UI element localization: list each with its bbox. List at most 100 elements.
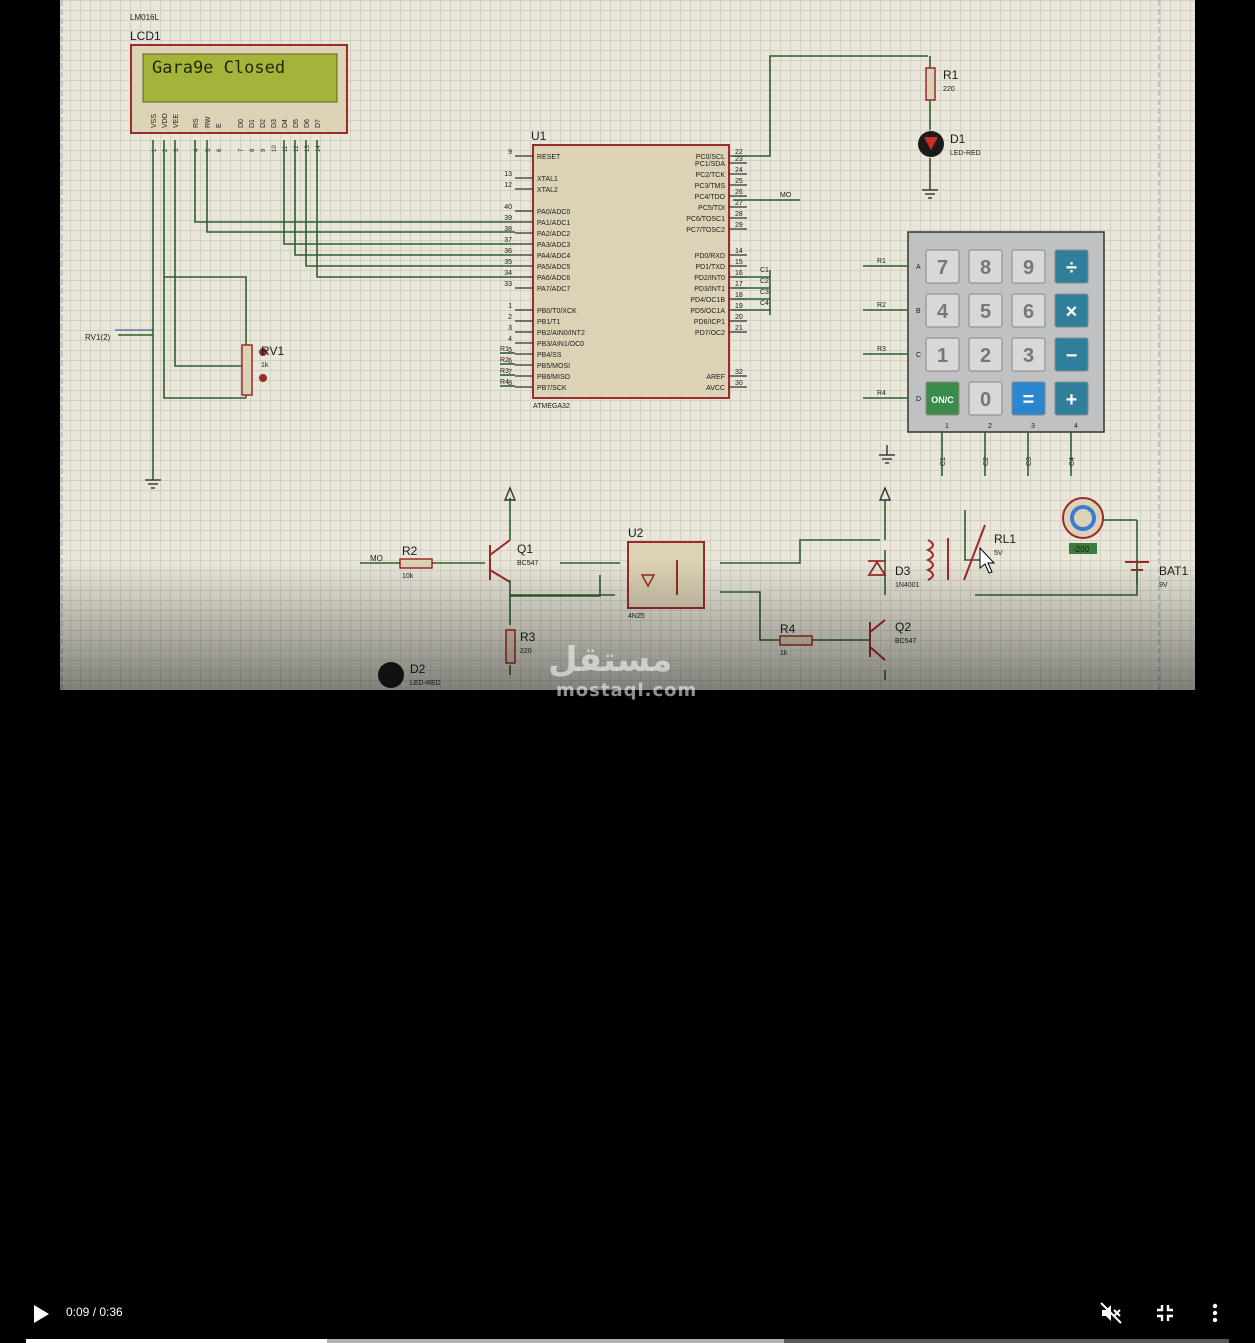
player-controls: 0:09 / 0:36 — [0, 640, 1255, 1343]
keypad-col-number: 3 — [1031, 423, 1035, 430]
r2-value-label: 10k — [402, 573, 414, 580]
keypad-key[interactable]: × — [1054, 293, 1089, 328]
u2-value-label: 4N25 — [628, 613, 645, 620]
keypad-col-net-label: C1 — [940, 457, 947, 466]
mcu-pin-label: PD3/INT1 — [694, 286, 725, 293]
rv1-value-label: 1k — [261, 362, 269, 369]
keypad-row-net-label: R3 — [877, 346, 886, 353]
r2-ref-label: R2 — [402, 544, 418, 558]
mcu-pin-number: 40 — [504, 204, 512, 211]
lcd-pin-d5: D5 — [293, 119, 300, 128]
rl1-ref-label: RL1 — [994, 532, 1016, 546]
lcd-pin-d4: D4 — [282, 119, 289, 128]
keypad-key[interactable]: 7 — [925, 249, 960, 284]
video-player[interactable]: LM016L LCD1 Gara9e Closed VSS 1 VDD 2 VEE 3 RS… — [0, 0, 1255, 1343]
mcu-pin-number: 13 — [504, 171, 512, 178]
mcu-pin-label: PC3/TMS — [695, 183, 726, 190]
mcu-mo-net-label: MO — [780, 192, 792, 199]
mcu-col-net-label: C3 — [760, 289, 769, 296]
mcu-pin-label: PB2/AIN0/INT2 — [537, 330, 585, 337]
mcu-pin-label: PA3/ADC3 — [537, 242, 570, 249]
relay-rl1[interactable] — [925, 524, 986, 581]
mcu-pin-number: 9 — [508, 149, 512, 156]
keypad-key-label: 9 — [1023, 257, 1034, 279]
keypad-key-label: = — [1023, 389, 1035, 411]
mcu-pin-number: 26 — [735, 189, 743, 196]
lcd-part-label: LM016L — [130, 13, 159, 22]
lcd-pin-number: 6 — [217, 148, 223, 152]
keypad-key-label: 6 — [1023, 301, 1034, 323]
mcu-part-label: ATMEGA32 — [533, 403, 570, 410]
keypad-key[interactable]: 2 — [968, 337, 1003, 372]
resistor-r1[interactable] — [925, 67, 936, 101]
optocoupler-u2[interactable] — [627, 541, 705, 609]
play-button[interactable] — [24, 1297, 58, 1331]
keypad-row-net-label: R1 — [877, 258, 886, 265]
bat1-ref-label: BAT1 — [1159, 564, 1188, 578]
mcu-pin-label: PD0/RXD — [695, 253, 725, 260]
keypad-key-label: ON/C — [931, 395, 954, 405]
lcd-pin-number: 8 — [250, 148, 256, 152]
mcu-pin-number: 19 — [735, 303, 743, 310]
keypad-key[interactable]: 3 — [1011, 337, 1046, 372]
mute-button[interactable] — [1094, 1296, 1128, 1330]
mcu-pin-number: 27 — [735, 200, 743, 207]
keypad-key[interactable]: 5 — [968, 293, 1003, 328]
r1-value-label: 220 — [943, 86, 955, 93]
mcu-pin-label: RESET — [537, 154, 561, 161]
mcu-ref-label: U1 — [531, 129, 547, 143]
keypad-row-letter: D — [916, 396, 921, 403]
keypad-key[interactable]: − — [1054, 337, 1089, 372]
keypad-key[interactable]: 4 — [925, 293, 960, 328]
volume-muted-icon — [1100, 1302, 1122, 1324]
mcu-pin-label: AREF — [706, 374, 725, 381]
keypad-key-label: 5 — [980, 301, 991, 323]
keypad-key[interactable]: ON/C — [925, 381, 960, 416]
lcd-pin-d7: D7 — [315, 119, 322, 128]
q1-ref-label: Q1 — [517, 542, 533, 556]
keypad-key[interactable]: 6 — [1011, 293, 1046, 328]
mcu-pin-label: PA6/ADC6 — [537, 275, 570, 282]
mcu-row-net-label: R4 — [500, 379, 509, 386]
keypad-key[interactable]: 9 — [1011, 249, 1046, 284]
mcu-pin-number: 16 — [735, 270, 743, 277]
mcu-col-net-label: C2 — [760, 278, 769, 285]
rv1-probe-label: RV1(2) — [85, 333, 111, 342]
lcd-pin-number: 7 — [239, 148, 245, 152]
rv1-ref-label: RV1 — [261, 344, 284, 358]
keypad-key[interactable]: 8 — [968, 249, 1003, 284]
mcu-pin-number: 29 — [735, 222, 743, 229]
time-display: 0:09 / 0:36 — [66, 1305, 123, 1319]
lcd-pin-vee: VEE — [173, 114, 180, 128]
keypad-row-net-label: R2 — [877, 302, 886, 309]
mcu-pin-label: PB0/T0/XCK — [537, 308, 577, 315]
keypad-key[interactable]: = — [1011, 381, 1046, 416]
keypad-row-net-label: R4 — [877, 390, 886, 397]
r4-ref-label: R4 — [780, 622, 796, 636]
d1-value-label: LED-RED — [950, 150, 981, 157]
mcu-pin-number: 21 — [735, 325, 743, 332]
fullscreen-exit-icon — [1157, 1305, 1173, 1321]
keypad-key[interactable]: ÷ — [1054, 249, 1089, 284]
mcu-pin-label: PC7/TOSC2 — [686, 227, 725, 234]
transistor-q1[interactable] — [489, 539, 511, 583]
d1-ref-label: D1 — [950, 132, 966, 146]
resistor-r2[interactable] — [399, 558, 433, 569]
mcu-pin-label: PC1/SDA — [695, 161, 725, 168]
more-options-button[interactable] — [1200, 1296, 1230, 1330]
seek-bar[interactable] — [26, 1339, 1229, 1343]
keypad-key-label: − — [1066, 345, 1078, 367]
keypad-key-label: 3 — [1023, 345, 1034, 367]
led-d1[interactable] — [918, 131, 944, 157]
lcd-display-text: Gara9e Closed — [152, 58, 285, 78]
keypad-key-label: 0 — [980, 389, 991, 411]
keypad-key[interactable]: + — [1054, 381, 1089, 416]
diode-d3[interactable] — [867, 560, 887, 576]
lcd-pin-d1: D1 — [249, 119, 256, 128]
keypad-key[interactable]: 0 — [968, 381, 1003, 416]
mcu-pin-number: 3 — [508, 325, 512, 332]
fullscreen-button[interactable] — [1148, 1296, 1182, 1330]
more-vertical-icon — [1212, 1303, 1218, 1323]
schematic-canvas: LM016L LCD1 Gara9e Closed VSS 1 VDD 2 VEE 3 RS… — [60, 0, 1195, 690]
keypad-key[interactable]: 1 — [925, 337, 960, 372]
